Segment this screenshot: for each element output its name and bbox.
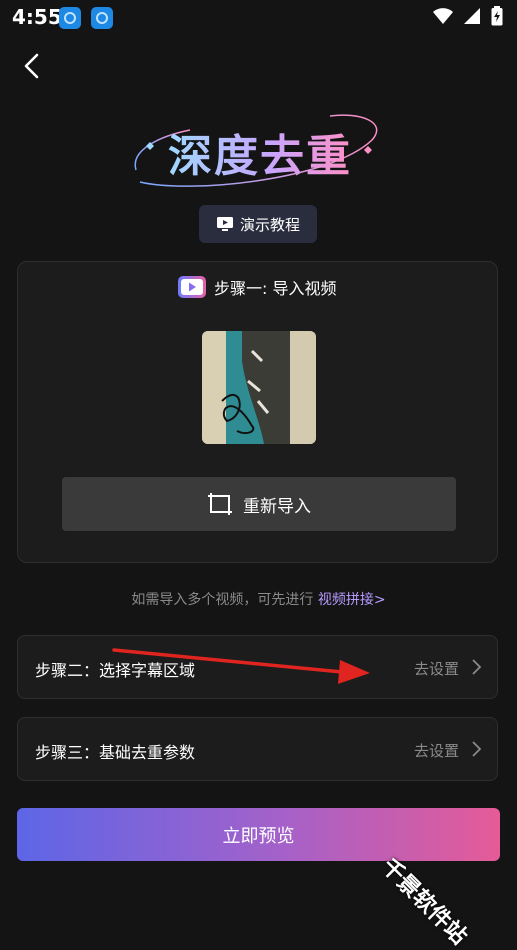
video-stitch-link[interactable]: 视频拼接>	[318, 592, 386, 608]
signal-icon	[464, 8, 480, 24]
step3-action[interactable]: 去设置	[414, 740, 459, 761]
reimport-icon	[208, 493, 232, 515]
chevron-right-icon	[472, 659, 482, 675]
step3-row[interactable]: 步骤三：基础去重参数 去设置	[17, 717, 498, 781]
hint-label: 如需导入多个视频，可先进行	[131, 592, 314, 608]
notification-app-icon	[91, 7, 113, 29]
chevron-right-icon	[472, 741, 482, 757]
hero-banner: 深度去重	[130, 110, 390, 190]
reimport-button[interactable]: 重新导入	[62, 477, 456, 531]
battery-icon	[491, 6, 503, 26]
video-play-icon	[178, 276, 206, 298]
status-time: 4:55	[12, 5, 62, 29]
preview-label: 立即预览	[222, 825, 295, 847]
hint-text: 如需导入多个视频，可先进行 视频拼接>	[0, 589, 517, 609]
play-screen-icon	[216, 217, 233, 231]
step1-header: 步骤一: 导入视频	[178, 275, 336, 299]
wifi-icon	[433, 8, 453, 24]
notification-app-icon	[59, 7, 81, 29]
step2-label: 步骤二：选择字幕区域	[35, 661, 196, 680]
watermark: 千景软件站	[376, 854, 472, 950]
step2-row[interactable]: 步骤二：选择字幕区域 去设置	[17, 635, 498, 699]
tutorial-button[interactable]: 演示教程	[199, 205, 317, 243]
step3-label: 步骤三：基础去重参数	[35, 743, 196, 762]
step1-card: 步骤一: 导入视频 重新导入	[17, 261, 498, 563]
step2-action[interactable]: 去设置	[414, 658, 459, 679]
tutorial-label: 演示教程	[239, 215, 300, 234]
video-thumbnail[interactable]	[202, 331, 316, 444]
status-indicators	[433, 6, 503, 26]
reimport-label: 重新导入	[243, 496, 311, 517]
back-arrow-icon[interactable]	[18, 52, 46, 80]
status-bar: 4:55	[0, 0, 517, 36]
page-title: 深度去重	[168, 120, 352, 184]
step1-title: 步骤一: 导入视频	[214, 279, 337, 298]
preview-button[interactable]: 立即预览	[17, 808, 500, 861]
